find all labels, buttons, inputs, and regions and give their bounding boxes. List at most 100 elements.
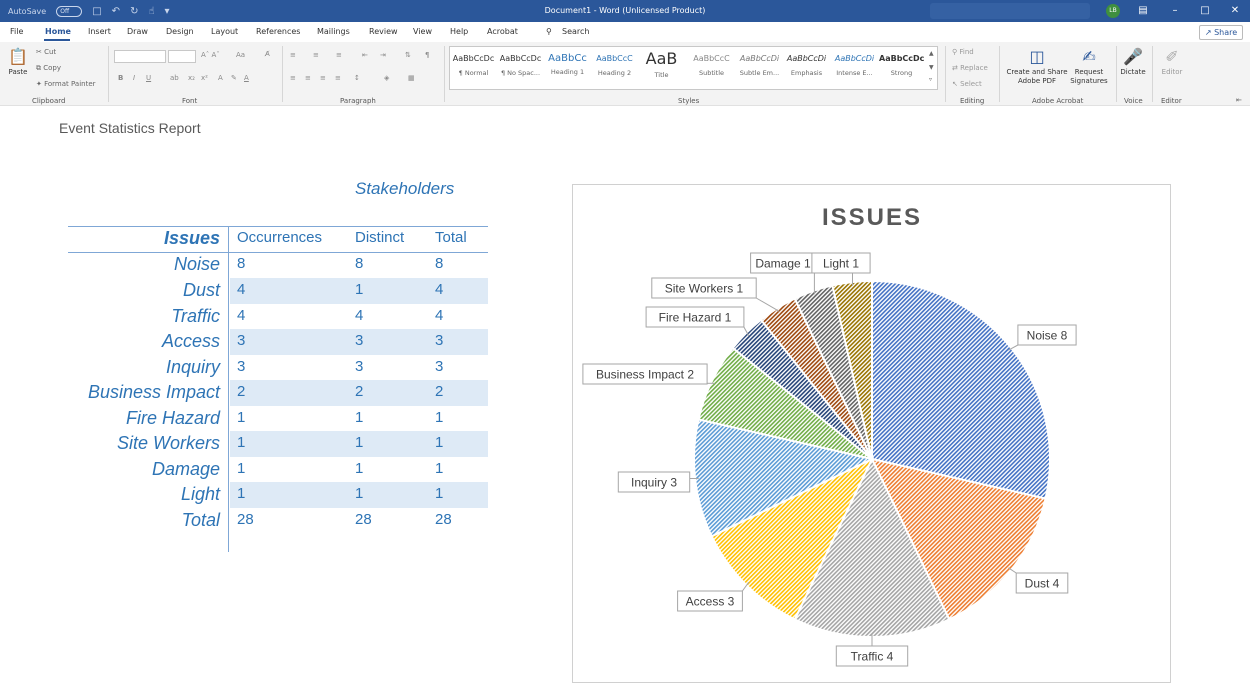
divider bbox=[444, 46, 445, 102]
dictate-button[interactable]: 🎤 Dictate bbox=[1118, 46, 1148, 77]
row-label: Business Impact bbox=[87, 382, 220, 402]
style-heading-1[interactable]: AaBbCc Heading 1 bbox=[545, 48, 590, 86]
cell-total: 4 bbox=[435, 281, 444, 298]
redo-icon[interactable]: ↻ bbox=[130, 6, 138, 17]
cut-button[interactable]: ✂ Cut bbox=[36, 48, 56, 56]
justify-icon[interactable]: ≡ bbox=[335, 74, 341, 82]
tab-insert[interactable]: Insert bbox=[88, 27, 111, 36]
styles-group-label: Styles bbox=[678, 97, 700, 105]
font-color-icon[interactable]: A bbox=[244, 74, 249, 82]
align-left-icon[interactable]: ≡ bbox=[290, 74, 296, 82]
change-case-icon[interactable]: Aa bbox=[236, 51, 245, 59]
create-share-pdf-button[interactable]: ◫ Create and Share Adobe PDF bbox=[1006, 46, 1068, 86]
align-right-icon[interactable]: ≡ bbox=[320, 74, 326, 82]
tab-help[interactable]: Help bbox=[450, 27, 468, 36]
select-button[interactable]: ↖ Select bbox=[952, 80, 982, 88]
style-heading-2[interactable]: AaBbCcC Heading 2 bbox=[592, 48, 637, 86]
style-no-spacing[interactable]: AaBbCcDc ¶ No Spac... bbox=[498, 48, 543, 86]
styles-scroll-up-icon[interactable]: ▲ bbox=[929, 50, 934, 57]
divider bbox=[282, 46, 283, 102]
document-title: Document1 - Word (Unlicensed Product) bbox=[544, 6, 706, 15]
style-intense-emphasis[interactable]: AaBbCcDi Intense E... bbox=[832, 48, 877, 86]
grow-font-icon[interactable]: Aˆ Aˇ bbox=[201, 51, 220, 59]
customize-toolbar-icon[interactable]: ▾ bbox=[165, 6, 170, 17]
tab-file[interactable]: File bbox=[10, 27, 23, 36]
underline-icon[interactable]: U bbox=[146, 74, 151, 82]
show-marks-icon[interactable]: ¶ bbox=[425, 51, 429, 59]
style-normal[interactable]: AaBbCcDc ¶ Normal bbox=[451, 48, 496, 86]
tab-mailings[interactable]: Mailings bbox=[317, 27, 350, 36]
styles-scroll-down-icon[interactable]: ▼ bbox=[929, 64, 934, 71]
sort-icon[interactable]: ⇅ bbox=[405, 51, 411, 59]
tab-design[interactable]: Design bbox=[166, 27, 194, 36]
find-button[interactable]: ⚲ Find bbox=[952, 48, 974, 56]
data-label: Site Workers 1 bbox=[665, 282, 744, 296]
copy-button[interactable]: ⧉ Copy bbox=[36, 64, 61, 73]
tab-home[interactable]: Home bbox=[45, 27, 71, 36]
issues-pie-chart[interactable]: ISSUES Noise 8 Dust 4 Traffic 4 Access 3 Inq… bbox=[572, 184, 1171, 683]
align-center-icon[interactable]: ≡ bbox=[305, 74, 311, 82]
style-subtitle[interactable]: AaBbCcC Subtitle bbox=[689, 48, 734, 86]
request-signatures-button[interactable]: ✍ Request Signatures bbox=[1069, 46, 1109, 86]
line-spacing-icon[interactable]: ↕ bbox=[354, 74, 360, 82]
style-name: Title bbox=[654, 71, 669, 79]
styles-more-icon[interactable]: ▿ bbox=[929, 76, 932, 83]
maximize-icon[interactable]: □ bbox=[1190, 0, 1220, 22]
clear-formatting-icon[interactable]: A̸ bbox=[265, 50, 270, 58]
tab-acrobat[interactable]: Acrobat bbox=[487, 27, 518, 36]
touch-mode-icon[interactable]: ☝ bbox=[148, 6, 154, 17]
editor-button[interactable]: ✐ Editor bbox=[1155, 46, 1189, 77]
numbering-icon[interactable]: ≡ bbox=[313, 51, 319, 59]
header-issues: Issues bbox=[163, 228, 220, 248]
highlight-icon[interactable]: ✎ bbox=[231, 74, 237, 82]
scissors-icon: ✂ bbox=[36, 48, 42, 56]
style-strong[interactable]: AaBbCcDc Strong bbox=[879, 48, 924, 86]
save-icon[interactable]: □ bbox=[92, 6, 101, 17]
style-emphasis[interactable]: AaBbCcDi Emphasis bbox=[784, 48, 829, 86]
multilevel-list-icon[interactable]: ≡ bbox=[336, 51, 342, 59]
autosave-toggle[interactable]: Off bbox=[56, 5, 83, 17]
cell-occurrences: 3 bbox=[237, 332, 246, 349]
italic-icon[interactable]: I bbox=[133, 74, 135, 82]
collapse-ribbon-icon[interactable]: ⇤ bbox=[1236, 96, 1242, 104]
share-icon: ↗ bbox=[1204, 28, 1212, 37]
minimize-icon[interactable]: – bbox=[1160, 0, 1190, 22]
format-painter-button[interactable]: ✦ Format Painter bbox=[36, 80, 96, 88]
row-label: Total bbox=[181, 510, 220, 530]
bold-icon[interactable]: B bbox=[118, 74, 123, 82]
style-title[interactable]: AaB Title bbox=[639, 48, 684, 86]
data-label: Fire Hazard 1 bbox=[659, 311, 732, 325]
superscript-icon[interactable]: x² bbox=[201, 74, 208, 82]
table-header-row: Issues Occurrences Distinct Total bbox=[68, 226, 488, 252]
search-label[interactable]: Search bbox=[562, 27, 589, 36]
undo-icon[interactable]: ↶ bbox=[112, 6, 120, 17]
tab-review[interactable]: Review bbox=[369, 27, 398, 36]
title-search-box[interactable] bbox=[930, 3, 1090, 19]
borders-icon[interactable]: ▦ bbox=[408, 74, 415, 82]
text-effects-icon[interactable]: A bbox=[218, 74, 223, 82]
dictate-label: Dictate bbox=[1120, 68, 1146, 76]
replace-button[interactable]: ⇄ Replace bbox=[952, 64, 988, 72]
ribbon-display-icon[interactable]: ▤ bbox=[1128, 0, 1158, 22]
close-icon[interactable]: ✕ bbox=[1220, 0, 1250, 22]
paste-button[interactable]: 📋 Paste bbox=[6, 46, 30, 77]
avatar[interactable]: LB bbox=[1106, 4, 1120, 18]
shading-icon[interactable]: ◈ bbox=[384, 74, 389, 82]
font-size-select[interactable] bbox=[168, 50, 196, 63]
table-row: Light 1 1 1 bbox=[68, 482, 488, 508]
font-name-select[interactable] bbox=[114, 50, 166, 63]
decrease-indent-icon[interactable]: ⇤ bbox=[362, 51, 368, 59]
search-icon[interactable]: ⚲ bbox=[546, 27, 552, 36]
share-button[interactable]: ↗ Share bbox=[1199, 25, 1243, 40]
increase-indent-icon[interactable]: ⇥ bbox=[380, 51, 386, 59]
tab-view[interactable]: View bbox=[413, 27, 432, 36]
strikethrough-icon[interactable]: ab bbox=[170, 74, 179, 82]
subscript-icon[interactable]: x₂ bbox=[188, 74, 195, 82]
tab-draw[interactable]: Draw bbox=[127, 27, 148, 36]
style-subtle-emphasis[interactable]: AaBbCcDi Subtle Em... bbox=[737, 48, 782, 86]
style-sample: AaBbCcDi bbox=[834, 54, 875, 63]
tab-layout[interactable]: Layout bbox=[211, 27, 238, 36]
table-row: Dust 4 1 4 bbox=[68, 278, 488, 304]
tab-references[interactable]: References bbox=[256, 27, 300, 36]
bullets-icon[interactable]: ≡ bbox=[290, 51, 296, 59]
